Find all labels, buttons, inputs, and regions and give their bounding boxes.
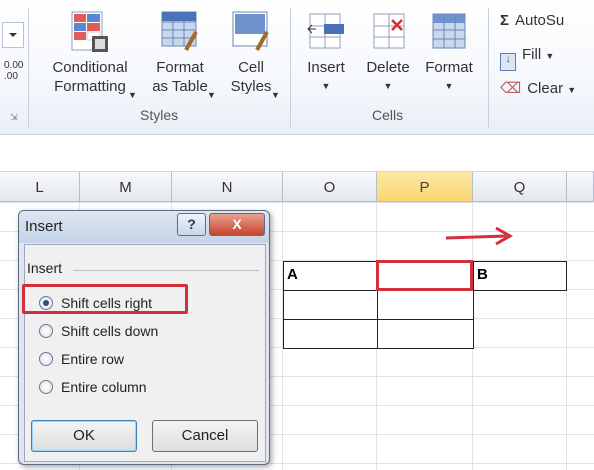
option-label: Shift cells down [61, 323, 159, 339]
cell-styles-icon [232, 11, 269, 51]
conditional-formatting-label: Conditional Formatting [52, 59, 128, 95]
chevron-down-icon: ▼ [128, 90, 137, 100]
fill-down-icon: ↓ [500, 53, 516, 71]
autosum-button[interactable]: Σ AutoSu [500, 12, 564, 29]
column-header-l[interactable]: L [0, 171, 80, 202]
selected-cell-highlight [376, 260, 473, 291]
radio-icon[interactable] [39, 380, 53, 394]
sigma-icon: Σ [500, 12, 510, 29]
option-entire-column[interactable]: Entire column [39, 379, 147, 395]
option-label: Entire row [61, 351, 125, 367]
table-cell[interactable] [283, 319, 378, 349]
table-cell[interactable] [377, 290, 474, 320]
conditional-formatting-icon [71, 11, 108, 52]
radio-icon[interactable] [39, 324, 53, 338]
delete-cells-icon [373, 13, 405, 49]
cell-q-b[interactable]: B [473, 261, 567, 291]
column-header-m[interactable]: M [80, 171, 172, 202]
eraser-icon: ⌫ [500, 80, 522, 97]
clear-label: Clear [527, 80, 564, 97]
grid-line [566, 202, 567, 470]
format-button[interactable]: Format ▼ [419, 10, 479, 96]
option-entire-row[interactable]: Entire row [39, 351, 124, 367]
table-cell[interactable] [283, 290, 378, 320]
cells-group-label: Cells [372, 107, 404, 123]
format-label: Format [425, 59, 473, 76]
column-header-n[interactable]: N [172, 171, 283, 202]
conditional-formatting-button[interactable]: Conditional Formatting ▼ [40, 10, 140, 100]
option-label: Entire column [61, 379, 147, 395]
cell-styles-button[interactable]: Cell Styles ▼ [219, 10, 283, 100]
chevron-down-icon: ▼ [545, 51, 555, 61]
column-header-q[interactable]: Q [473, 171, 567, 202]
chevron-down-icon: ▼ [321, 81, 331, 91]
separator [290, 8, 291, 128]
format-as-table-button[interactable]: Format as Table ▼ [141, 10, 219, 100]
fill-label: Fill [522, 46, 542, 63]
dialog-title-bar[interactable]: Insert ? X [19, 211, 269, 243]
separator [488, 8, 489, 128]
radio-icon[interactable] [39, 352, 53, 366]
fill-button[interactable]: ↓ Fill ▼ [500, 46, 554, 71]
cell-o-a[interactable]: A [283, 261, 378, 291]
insert-button[interactable]: Insert ▼ [298, 10, 354, 96]
delete-button[interactable]: Delete ▼ [360, 10, 416, 96]
chevron-down-icon: ▼ [444, 81, 454, 91]
help-button[interactable]: ? [177, 213, 206, 236]
ribbon-left-cut: 0.00 .00 ⇲ [0, 0, 26, 134]
delete-label: Delete [366, 59, 410, 76]
dialog-title: Insert [25, 218, 63, 235]
cancel-button[interactable]: Cancel [152, 420, 258, 452]
close-button[interactable]: X [209, 213, 265, 236]
chevron-down-icon: ▼ [567, 85, 577, 95]
dropdown-arrow-icon[interactable] [2, 22, 24, 48]
option-shift-cells-down[interactable]: Shift cells down [39, 323, 158, 339]
insert-label: Insert [307, 59, 345, 76]
chevron-down-icon: ▼ [207, 90, 216, 100]
right-arrow-icon [445, 226, 514, 246]
styles-group-label: Styles [140, 107, 179, 123]
dialog-launcher-icon[interactable]: ⇲ [10, 112, 18, 123]
insert-dialog: Insert ? X Insert Shift cells right Shif… [18, 210, 270, 465]
separator [28, 8, 29, 128]
ok-button[interactable]: OK [31, 420, 137, 452]
chevron-down-icon: ▼ [271, 90, 280, 100]
decimal-label[interactable]: 0.00 .00 [4, 60, 23, 82]
format-cells-icon [432, 13, 466, 49]
table-cell[interactable] [377, 319, 474, 349]
chevron-down-icon: ▼ [383, 81, 393, 91]
column-header-p[interactable]: P [377, 171, 473, 202]
insert-cells-icon [307, 13, 344, 49]
column-header-blank [567, 171, 594, 202]
insert-group-label: Insert [27, 260, 63, 276]
group-divider [73, 270, 259, 271]
formula-bar-gap [0, 135, 594, 171]
dialog-body: Insert Shift cells right Shift cells dow… [24, 244, 266, 462]
option-highlight [22, 284, 188, 314]
column-header-o[interactable]: O [283, 171, 377, 202]
clear-button[interactable]: ⌫ Clear ▼ [500, 79, 576, 97]
autosum-label: AutoSu [515, 12, 565, 29]
ribbon: 0.00 .00 ⇲ Conditional Formatting ▼ Form… [0, 0, 594, 135]
format-as-table-icon [161, 11, 198, 51]
